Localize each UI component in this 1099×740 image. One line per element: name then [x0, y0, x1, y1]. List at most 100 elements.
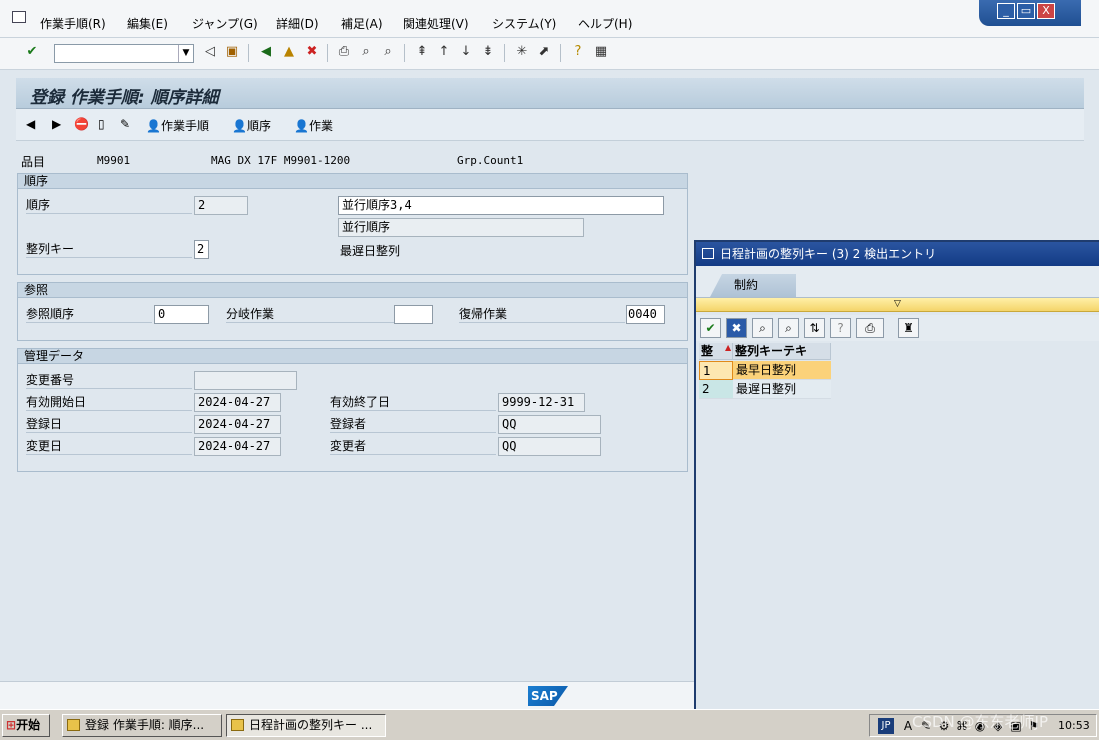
new-entry-icon[interactable]: ▯ — [98, 117, 105, 131]
alignment-key-popup: 日程計画の整列キー (3) 2 検出エントリ 制約 ▽ ✔ ✖ ⌕ ⌕ ⇅ ? … — [694, 240, 1099, 709]
chevron-down-icon[interactable]: ▼ — [178, 45, 193, 62]
find-icon[interactable]: ⌕ — [752, 318, 773, 338]
menu-window-icon[interactable] — [12, 11, 26, 23]
reference-sequence-label: 参照順序 — [26, 306, 152, 323]
find-next-icon[interactable]: ⌕ — [380, 44, 396, 60]
table-row-text[interactable]: 最早日整列 — [733, 361, 831, 380]
sequence-group-title: 順序 — [18, 174, 687, 189]
start-button-label: 开始 — [16, 718, 41, 732]
cancel-x-icon[interactable]: ✖ — [726, 318, 747, 338]
sequence-field[interactable]: 2 — [194, 196, 248, 215]
menu-goto[interactable]: ジャンプ(G) — [192, 15, 258, 32]
routing-button[interactable]: 👤作業手順 — [146, 117, 209, 134]
admin-data-group-title: 管理データ — [18, 349, 687, 364]
restore-button[interactable]: ▭ — [1017, 3, 1035, 19]
valid-from-field: 2024-04-27 — [194, 393, 281, 412]
close-button[interactable]: X — [1037, 3, 1055, 19]
command-field[interactable]: ▼ — [54, 44, 194, 63]
info-icon[interactable]: ? — [830, 318, 851, 338]
next-page-icon[interactable]: ↓ — [458, 44, 474, 60]
change-number-field[interactable] — [194, 371, 297, 390]
task-routing-window[interactable]: 登録 作業手順: 順序... — [62, 714, 222, 737]
personalize-icon[interactable]: ♜ — [898, 318, 919, 338]
triangle-down-icon: ▽ — [894, 299, 901, 309]
person-icon: 👤 — [146, 119, 161, 133]
popup-tabstrip: 制約 — [696, 266, 1099, 298]
language-indicator[interactable]: JP — [878, 718, 894, 734]
sequence-label: 順序 — [26, 197, 192, 214]
alignment-key-field[interactable]: 2 — [194, 240, 209, 259]
find-icon[interactable]: ⌕ — [358, 44, 374, 60]
save-icon[interactable]: ▣ — [224, 44, 240, 60]
help-icon[interactable]: ? — [570, 44, 586, 60]
routing-button-label: 作業手順 — [160, 119, 209, 133]
alignment-key-label: 整列キー — [26, 241, 192, 258]
sort-ascending-icon: ▲ — [725, 343, 732, 352]
start-button[interactable]: ⊞开始 — [2, 714, 50, 737]
change-number-label: 変更番号 — [26, 372, 192, 389]
delete-icon[interactable]: ⛔ — [74, 117, 89, 131]
exit-icon[interactable]: ▲ — [281, 44, 297, 60]
menu-extras[interactable]: 補足(A) — [341, 15, 383, 32]
cancel-icon[interactable]: ✖ — [304, 44, 320, 60]
confirm-check-icon[interactable]: ✔ — [700, 318, 721, 338]
column-header-text[interactable]: 整列キーテキ — [733, 343, 831, 360]
menu-environment[interactable]: 関連処理(V) — [403, 15, 469, 32]
task-popup-window[interactable]: 日程計画の整列キー ... — [226, 714, 386, 737]
restrictions-expand-bar[interactable]: ▽ — [696, 298, 1099, 312]
page-title: 登録 作業手順: 順序詳細 — [30, 88, 219, 108]
created-by-label: 登録者 — [330, 416, 496, 433]
sequence-button-label: 順序 — [246, 119, 271, 133]
menu-details[interactable]: 詳細(D) — [276, 15, 319, 32]
minimize-button[interactable]: _ — [997, 3, 1015, 19]
new-session-icon[interactable]: ✳ — [514, 44, 530, 60]
popup-title-bar: 日程計画の整列キー (3) 2 検出エントリ — [696, 242, 1099, 266]
person-icon: 👤 — [232, 119, 247, 133]
operation-button-label: 作業 — [308, 119, 333, 133]
group-counter: Grp.Count1 — [457, 154, 524, 167]
first-page-icon[interactable]: ⇞ — [414, 44, 430, 60]
window-icon — [231, 719, 244, 731]
created-on-label: 登録日 — [26, 416, 192, 433]
reference-sequence-field[interactable]: 0 — [154, 305, 209, 324]
return-operation-field[interactable]: 0040 — [626, 305, 665, 324]
layout-menu-icon[interactable]: ▦ — [593, 44, 609, 60]
back-arrow-icon[interactable]: ◁ — [202, 44, 218, 60]
previous-page-icon[interactable]: ↑ — [436, 44, 452, 60]
popup-toolbar: ✔ ✖ ⌕ ⌕ ⇅ ? ⎙ ♜ — [696, 315, 1099, 341]
windows-logo-icon: ⊞ — [6, 718, 17, 732]
operation-button[interactable]: 👤作業 — [294, 117, 333, 134]
popup-title: 日程計画の整列キー (3) 2 検出エントリ — [720, 247, 937, 261]
changed-on-field: 2024-04-27 — [194, 437, 281, 456]
last-page-icon[interactable]: ⇟ — [480, 44, 496, 60]
tab-restrictions[interactable]: 制約 — [710, 274, 796, 297]
back-icon[interactable]: ◀ — [258, 44, 274, 60]
separator — [327, 44, 328, 62]
application-toolbar: ◀ ▶ ⛔ ▯ ✎ 👤作業手順 👤順序 👤作業 — [16, 109, 1084, 141]
table-row-key[interactable]: 2 — [699, 380, 733, 399]
table-row-key[interactable]: 1 — [699, 361, 733, 380]
sort-icon[interactable]: ⇅ — [804, 318, 825, 338]
standard-toolbar: ✔ ▼ ◁ ▣ ◀ ▲ ✖ ⎙ ⌕ ⌕ ⇞ ↑ ↓ ⇟ ✳ ⬈ ? ▦ — [0, 38, 1099, 70]
sequence-description-field[interactable]: 並行順序3,4 — [338, 196, 664, 215]
print-icon[interactable]: ⎙ — [336, 44, 352, 60]
enter-check-icon[interactable]: ✔ — [24, 44, 40, 60]
next-arrow-icon[interactable]: ▶ — [52, 117, 61, 131]
table-row-text[interactable]: 最遅日整列 — [733, 380, 831, 399]
person-icon: 👤 — [294, 119, 309, 133]
separator — [404, 44, 405, 62]
print-icon[interactable]: ⎙ — [856, 318, 884, 338]
menu-edit[interactable]: 編集(E) — [127, 15, 168, 32]
menu-system[interactable]: システム(Y) — [492, 15, 556, 32]
valid-from-label: 有効開始日 — [26, 394, 192, 411]
menu-help[interactable]: ヘルプ(H) — [578, 15, 632, 32]
created-on-field: 2024-04-27 — [194, 415, 281, 434]
edit-icon[interactable]: ✎ — [120, 117, 130, 131]
sequence-button[interactable]: 👤順序 — [232, 117, 271, 134]
previous-arrow-icon[interactable]: ◀ — [26, 117, 35, 131]
menu-routing[interactable]: 作業手順(R) — [40, 15, 106, 32]
clock: 10:53 — [1058, 719, 1090, 732]
branch-operation-field[interactable] — [394, 305, 433, 324]
find-next-icon[interactable]: ⌕ — [778, 318, 799, 338]
shortcut-icon[interactable]: ⬈ — [536, 44, 552, 60]
